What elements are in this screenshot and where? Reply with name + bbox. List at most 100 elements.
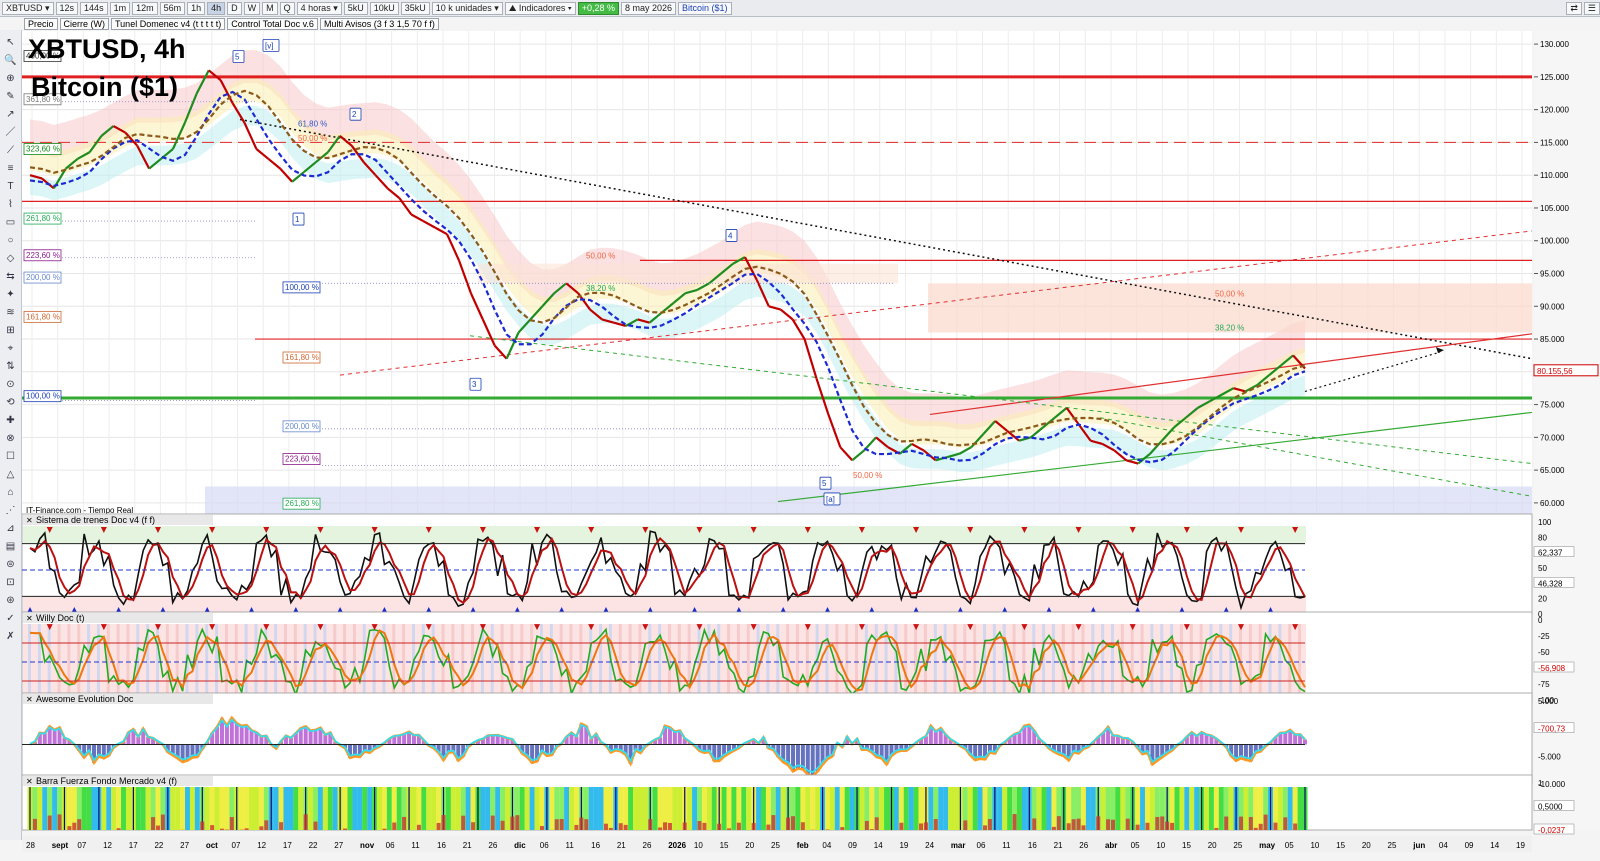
awesome-bar	[933, 731, 938, 745]
drawing-tool-icon[interactable]: ⇆	[3, 270, 18, 283]
drawing-tool-icon[interactable]: ↗	[3, 108, 18, 121]
drawing-tool-icon[interactable]: 🔍	[3, 54, 18, 67]
indicator-tag-4[interactable]: Multi Avisos (3 f 3 1,5 70 f f)	[319, 18, 439, 30]
interval-56m[interactable]: 56m	[159, 1, 186, 15]
drawing-tool-icon[interactable]: ⌂	[3, 486, 18, 499]
strength-bar	[421, 787, 427, 830]
drawing-tool-icon[interactable]: ✓	[3, 612, 18, 625]
unit-35ku[interactable]: 35kU	[400, 1, 430, 15]
strength-red-bar	[1214, 827, 1219, 830]
price-axis-bg	[1534, 31, 1600, 830]
y-tick-label: 105.000	[1540, 204, 1569, 213]
interval-12s[interactable]: 12s	[55, 1, 79, 15]
strength-red-bar	[1224, 816, 1229, 830]
drawing-tool-icon[interactable]: ⌖	[3, 342, 18, 355]
drawing-tool-icon[interactable]: ✦	[3, 288, 18, 301]
drawing-tool-icon[interactable]: ／	[3, 126, 18, 139]
drawing-tool-icon[interactable]: ○	[3, 234, 18, 247]
drawing-tool-icon[interactable]: ⊞	[3, 324, 18, 337]
wave-label: 5	[235, 53, 240, 62]
interval-q[interactable]: Q	[279, 1, 295, 15]
drawing-tool-icon[interactable]: ⊿	[3, 522, 18, 535]
strength-bar	[524, 787, 530, 830]
indicators-button[interactable]: ⛰ Indicadores ▾	[504, 1, 576, 15]
indicator-tag-3[interactable]: Control Total Doc v.6	[227, 18, 318, 30]
interval-144s[interactable]: 144s	[80, 1, 108, 15]
indicator-tag-0[interactable]: Precio	[24, 18, 58, 30]
drawing-tool-icon[interactable]: ⟋	[3, 144, 18, 157]
strength-bar	[869, 787, 875, 830]
strength-bar	[81, 787, 87, 830]
interval-12m[interactable]: 12m	[132, 1, 158, 15]
drawing-tool-icon[interactable]: ◇	[3, 252, 18, 265]
x-tick-label: 15	[720, 841, 729, 850]
drawing-tool-icon[interactable]: ✚	[3, 414, 18, 427]
drawing-tool-icon[interactable]: ⋰	[3, 504, 18, 517]
panel-axis-label: -5.000	[1538, 752, 1561, 761]
strength-red-bar	[1258, 823, 1263, 830]
interval-1m[interactable]: 1m	[109, 1, 131, 15]
drawing-tool-icon[interactable]: ✎	[3, 90, 18, 103]
fib-label: 50,00 %	[853, 471, 882, 480]
drawing-tool-icon[interactable]: ≡	[3, 162, 18, 175]
willy-stripe	[67, 624, 71, 700]
chart-canvas[interactable]: 60.00065.00070.00075.00080.00085.00090.0…	[0, 0, 1600, 861]
drawing-tool-icon[interactable]: ☐	[3, 450, 18, 463]
drawing-tool-icon[interactable]: △	[3, 468, 18, 481]
fib-label: 161,80 %	[285, 353, 319, 362]
drawing-tool-icon[interactable]: ⊕	[3, 72, 18, 85]
drawing-tool-icon[interactable]: ⊜	[3, 558, 18, 571]
drawing-tool-icon[interactable]: ⊙	[3, 378, 18, 391]
interval-m[interactable]: M	[262, 1, 278, 15]
drawing-tool-icon[interactable]: ⊗	[3, 432, 18, 445]
drawing-tool-icon[interactable]: ▤	[3, 540, 18, 553]
strength-bar	[352, 787, 358, 830]
menu-icon[interactable]: ☰	[1583, 1, 1600, 15]
drawing-tool-icon[interactable]: ↖	[3, 36, 18, 49]
strength-bar	[362, 787, 368, 830]
fib-label: 161,80 %	[26, 312, 60, 321]
drawing-tool-icon[interactable]: ⟲	[3, 396, 18, 409]
strength-bar	[37, 787, 43, 830]
interval-1h[interactable]: 1h	[187, 1, 206, 15]
strength-bar	[982, 787, 988, 830]
drawing-tool-icon[interactable]: ⊡	[3, 576, 18, 589]
drawing-tool-icon[interactable]: T	[3, 180, 18, 193]
x-tick-label: 25	[771, 841, 780, 850]
strength-bar	[1007, 787, 1013, 830]
period-select[interactable]: 4 horas ▾	[296, 1, 342, 15]
units-select[interactable]: 10 k unidades ▾	[431, 1, 503, 15]
drawing-tool-icon[interactable]: ▭	[3, 216, 18, 229]
strength-red-bar	[1283, 817, 1288, 830]
indicator-tag-1[interactable]: Cierre (W)	[59, 18, 110, 30]
drawing-tool-icon[interactable]: ⇅	[3, 360, 18, 373]
interval-4h[interactable]: 4h	[207, 1, 226, 15]
swap-icon[interactable]: ⇄	[1566, 1, 1582, 15]
x-tick-label: 17	[283, 841, 292, 850]
interval-w[interactable]: W	[243, 1, 261, 15]
drawing-tool-icon[interactable]: ⊛	[3, 594, 18, 607]
strength-red-bar	[77, 819, 82, 830]
strength-red-bar	[510, 816, 515, 830]
interval-d[interactable]: D	[227, 1, 242, 15]
strength-bar	[293, 787, 299, 830]
strength-red-bar	[682, 822, 687, 830]
symbol-select[interactable]: XBTUSD ▾	[2, 1, 54, 15]
strength-bar	[1194, 787, 1200, 830]
chart-subtitle: Bitcoin ($1)	[31, 72, 178, 102]
indicator-tag-2[interactable]: Tunel Domenec v4 (t t t t t)	[111, 18, 226, 30]
strength-bar	[603, 787, 609, 830]
willy-stripe	[618, 624, 622, 700]
strength-red-bar	[382, 828, 387, 830]
unit-10ku[interactable]: 10kU	[369, 1, 399, 15]
strength-red-bar	[963, 820, 968, 830]
strength-red-bar	[1253, 827, 1258, 830]
unit-5ku[interactable]: 5kU	[343, 1, 368, 15]
y-tick-label: 90.000	[1540, 302, 1565, 311]
panel-title: Sistema de trenes Doc v4 (f f)	[36, 515, 155, 525]
drawing-tool-icon[interactable]: ✗	[3, 630, 18, 643]
strength-bar	[386, 787, 392, 830]
drawing-tool-icon[interactable]: ⌇	[3, 198, 18, 211]
strength-bar	[1051, 787, 1057, 830]
drawing-tool-icon[interactable]: ≋	[3, 306, 18, 319]
